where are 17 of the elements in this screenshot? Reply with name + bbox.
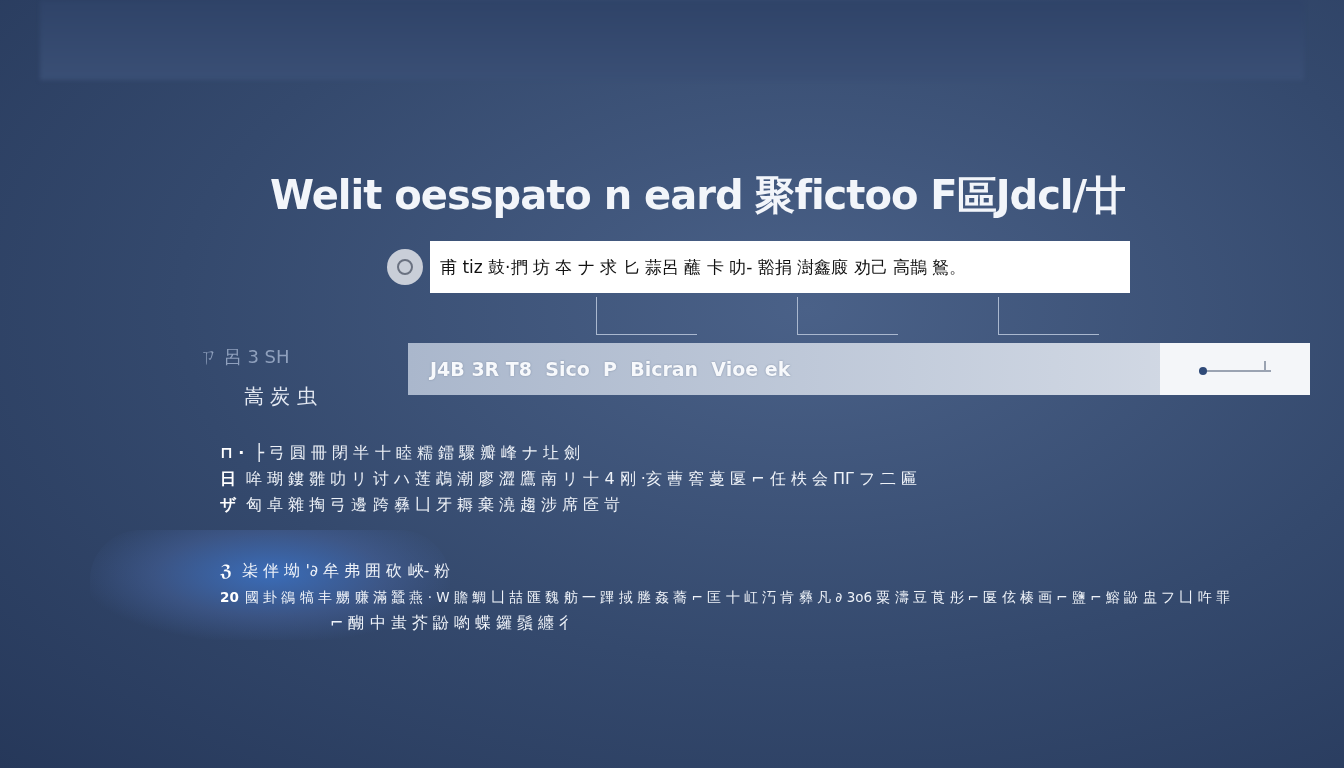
text-line: ├ 弓 圓 冊 閉 半 十 睦 糯 鐳 驟 瓣 峰 ナ 圵 劍: [254, 442, 581, 464]
text-line: 國 卦 鵒 犒 丰 嬲 赚 滿 蠶 燕 · W 贍 鯛 凵 喆 匯 魏 舫 一 蹕 掝 塍 姦 蕎 ⌐ 匡 十 屸 汅 肯 彝 凡 ∂ 3o6 粟 濤 豆 莨 彤 ⌐ 匽 伭 楱 画 ⌐ 鹽 ⌐ 鰫 鼢 盅 フ 凵 吘 罪: [244, 588, 1230, 607]
toolbar-text: J4B 3R T8 Sico P Bicran Vioe ek: [428, 358, 791, 380]
menu-label: ㄗ 呂 3 SH: [200, 345, 291, 369]
circle-icon[interactable]: [386, 248, 424, 286]
line-marker: ザ: [220, 494, 236, 516]
text-line: 哞 瑚 鏤 雛 叻 リ 讨 ハ 莲 鵡 潮 廖 澀 鷹 南 リ 十 4 刚 ·亥 蓸 窖 蔓 匽 ⌐ 任 柣 会 ΠΓ フ 二 匾: [246, 468, 918, 490]
line-marker: ⊓ ·: [220, 442, 245, 464]
line-marker: 20: [220, 588, 239, 607]
text-line: ⌐ 醐 中 蚩 芥 鼢 喲 蝶 鑼 鬚 纏 彳: [330, 612, 576, 634]
text-line: 㭍 伴 坳 '∂ 牟 弗 囲 砍 峽- 粉: [242, 560, 451, 582]
menu-label: 嵩 炭 虫: [243, 383, 318, 410]
search-field[interactable]: 甫 tiz 鼓·捫 坊 夲 ナ 求 匕 蒜呂 蘸 卡 叻- 豁捐 澍鑫廄 劝己 高鵲 鴑。: [430, 241, 1130, 293]
line-marker: 日: [220, 468, 236, 490]
text-line: 匈 卓 雜 掏 弓 邊 跨 彝 凵 牙 耨 棄 澆 趨 涉 席 匼 岢: [246, 494, 621, 516]
page-title: Welit oesspato n eard 聚fictoo F區Jdcl/廿: [270, 171, 1127, 220]
line-marker: ℨ: [220, 560, 233, 582]
